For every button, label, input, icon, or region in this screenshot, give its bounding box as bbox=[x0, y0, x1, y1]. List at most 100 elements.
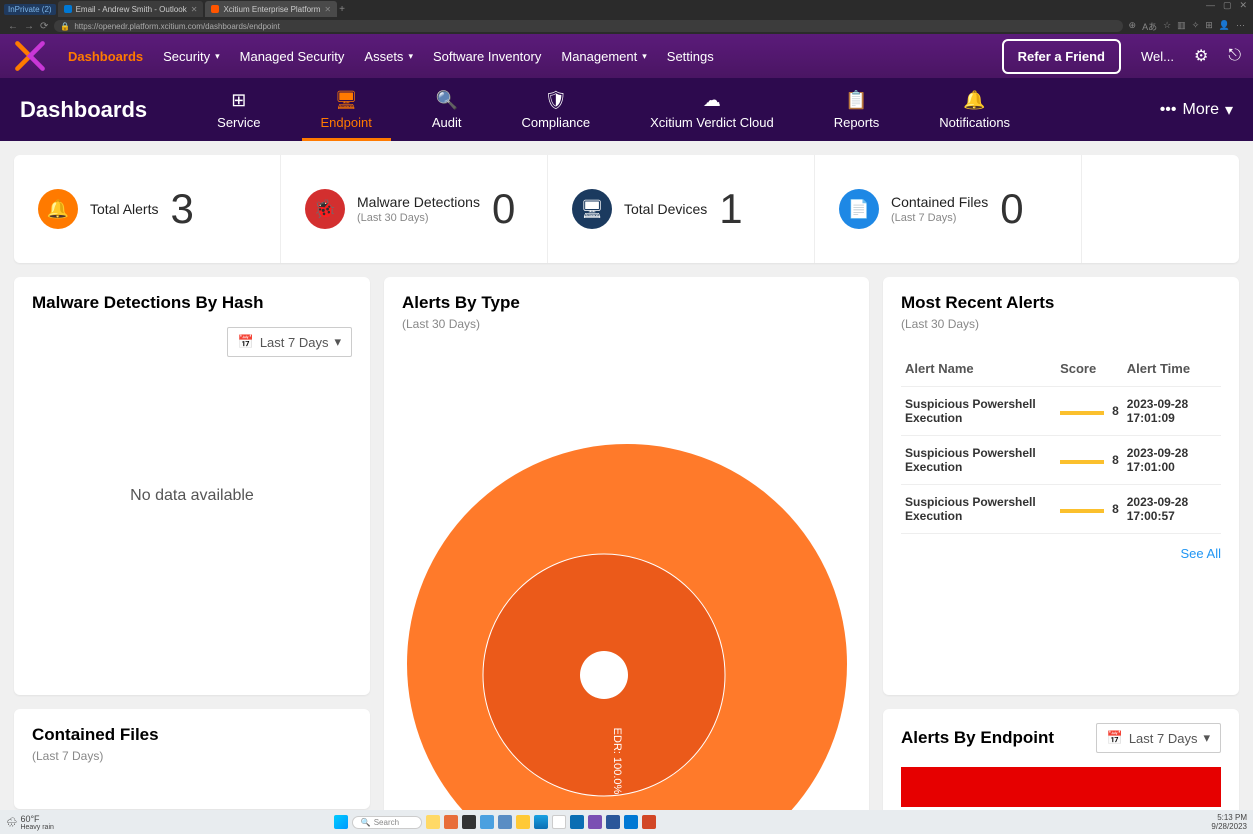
no-data-message: No data available bbox=[14, 367, 370, 625]
stat-total-alerts[interactable]: 🔔 Total Alerts 3 bbox=[14, 155, 281, 263]
taskbar-app-icon[interactable] bbox=[480, 815, 494, 829]
tab-label: Xcitium Enterprise Platform bbox=[223, 5, 320, 14]
taskbar-search[interactable]: 🔍Search bbox=[352, 816, 422, 829]
page-title: Dashboards bbox=[20, 97, 147, 123]
address-bar[interactable]: 🔒 https://openedr.platform.xcitium.com/d… bbox=[54, 20, 1122, 32]
tab-endpoint[interactable]: 🖥Endpoint bbox=[291, 78, 402, 141]
extensions-icon[interactable]: ⊞ bbox=[1205, 20, 1213, 33]
cloud-icon: ☁ bbox=[703, 90, 721, 111]
stat-label: Total Devices bbox=[624, 201, 707, 217]
taskbar-app-icon[interactable] bbox=[516, 815, 530, 829]
th-alert-name[interactable]: Alert Name bbox=[901, 351, 1056, 387]
compliance-icon: 🛡 bbox=[544, 90, 567, 111]
new-tab-button[interactable]: + bbox=[339, 4, 345, 15]
gear-icon[interactable]: ⚙ bbox=[1194, 46, 1208, 66]
favorite-icon[interactable]: ☆ bbox=[1163, 20, 1171, 33]
taskbar-weather[interactable]: 🌧 60°F Heavy rain bbox=[6, 814, 54, 831]
panel-title: Alerts By Endpoint bbox=[901, 728, 1054, 748]
date-range-dropdown[interactable]: 📅 Last 7 Days ▾ bbox=[1096, 723, 1221, 753]
stat-empty bbox=[1082, 155, 1239, 263]
system-tray[interactable]: 5:13 PM 9/28/2023 bbox=[1211, 813, 1247, 831]
taskbar-app-icon[interactable] bbox=[534, 815, 548, 829]
nav-assets[interactable]: Assets▾ bbox=[364, 49, 413, 64]
url-text: https://openedr.platform.xcitium.com/das… bbox=[74, 22, 279, 31]
file-icon: 📄 bbox=[839, 189, 879, 229]
panel-title: Most Recent Alerts bbox=[883, 277, 1239, 317]
nav-managed-security[interactable]: Managed Security bbox=[240, 49, 345, 64]
stat-malware-detections[interactable]: 🐞 Malware Detections(Last 30 Days) 0 bbox=[281, 155, 548, 263]
table-row[interactable]: Suspicious Powershell Execution 8 2023-0… bbox=[901, 387, 1221, 436]
date-range-dropdown[interactable]: 📅 Last 7 Days ▾ bbox=[227, 327, 352, 357]
browser-tab[interactable]: Email - Andrew Smith - Outlook ✕ bbox=[58, 1, 204, 17]
taskbar-app-icon[interactable] bbox=[462, 815, 476, 829]
tab-compliance[interactable]: 🛡Compliance bbox=[491, 78, 620, 141]
tab-label: Email - Andrew Smith - Outlook bbox=[76, 5, 187, 14]
close-tab-icon[interactable]: ✕ bbox=[324, 5, 331, 14]
taskbar-app-icon[interactable] bbox=[426, 815, 440, 829]
profile-icon[interactable]: 👤 bbox=[1219, 20, 1230, 33]
tab-verdict-cloud[interactable]: ☁Xcitium Verdict Cloud bbox=[620, 78, 804, 141]
inprivate-badge: InPrivate (2) bbox=[4, 4, 56, 15]
nav-management[interactable]: Management▾ bbox=[561, 49, 646, 64]
taskbar-app-icon[interactable] bbox=[444, 815, 458, 829]
xcitium-logo-icon[interactable] bbox=[12, 38, 48, 74]
calendar-icon: 📅 bbox=[238, 334, 254, 350]
th-score[interactable]: Score bbox=[1056, 351, 1123, 387]
chevron-down-icon: ▾ bbox=[1225, 100, 1233, 120]
back-button[interactable]: ← bbox=[8, 21, 18, 32]
table-row[interactable]: Suspicious Powershell Execution 8 2023-0… bbox=[901, 436, 1221, 485]
zoom-icon[interactable]: ⊕ bbox=[1129, 20, 1137, 33]
score-bar bbox=[1060, 509, 1104, 513]
menu-icon[interactable]: ⋯ bbox=[1236, 20, 1245, 33]
browser-tab[interactable]: Xcitium Enterprise Platform ✕ bbox=[205, 1, 337, 17]
panel-alerts-by-type: Alerts By Type (Last 30 Days) EDR: 100.0… bbox=[384, 277, 869, 810]
refresh-button[interactable]: ⟳ bbox=[40, 21, 48, 32]
split-icon[interactable]: ▥ bbox=[1177, 20, 1186, 33]
taskbar-app-icon[interactable] bbox=[606, 815, 620, 829]
see-all-link[interactable]: See All bbox=[901, 534, 1221, 573]
nav-security[interactable]: Security▾ bbox=[163, 49, 220, 64]
tab-reports[interactable]: 📋Reports bbox=[804, 78, 910, 141]
nav-dashboards[interactable]: Dashboards bbox=[68, 49, 143, 64]
minimize-button[interactable]: — bbox=[1206, 0, 1215, 11]
nav-software-inventory[interactable]: Software Inventory bbox=[433, 49, 541, 64]
panel-title: Contained Files bbox=[14, 709, 370, 749]
taskbar-app-icon[interactable] bbox=[498, 815, 512, 829]
chevron-down-icon: ▾ bbox=[334, 334, 341, 350]
taskbar-app-icon[interactable] bbox=[570, 815, 584, 829]
tab-service[interactable]: ⊞Service bbox=[187, 78, 290, 141]
panel-alerts-by-endpoint: Alerts By Endpoint 📅 Last 7 Days ▾ bbox=[883, 709, 1239, 810]
panel-subtitle: (Last 30 Days) bbox=[384, 317, 869, 341]
stat-total-devices[interactable]: 🖥 Total Devices 1 bbox=[548, 155, 815, 263]
tab-audit[interactable]: 🔍Audit bbox=[402, 78, 492, 141]
bell-icon: 🔔 bbox=[963, 90, 985, 111]
taskbar-app-icon[interactable] bbox=[552, 815, 566, 829]
tab-favicon-icon bbox=[64, 5, 72, 13]
logout-icon[interactable]: ⎋ bbox=[1228, 47, 1241, 65]
taskbar-app-icon[interactable] bbox=[642, 815, 656, 829]
more-tabs-button[interactable]: ••• More ▾ bbox=[1160, 100, 1233, 120]
close-tab-icon[interactable]: ✕ bbox=[191, 5, 198, 14]
dashboard-content: 🔔 Total Alerts 3 🐞 Malware Detections(La… bbox=[0, 141, 1253, 810]
taskbar-app-icon[interactable] bbox=[588, 815, 602, 829]
taskbar-app-icon[interactable] bbox=[624, 815, 638, 829]
forward-button[interactable]: → bbox=[24, 21, 34, 32]
bug-icon: 🐞 bbox=[305, 189, 345, 229]
score-bar bbox=[1060, 460, 1104, 464]
read-aloud-icon[interactable]: Aあ bbox=[1142, 20, 1157, 33]
collections-icon[interactable]: ✧ bbox=[1192, 20, 1200, 33]
nav-settings[interactable]: Settings bbox=[667, 49, 714, 64]
score-bar bbox=[1060, 411, 1104, 415]
tab-notifications[interactable]: 🔔Notifications bbox=[909, 78, 1040, 141]
th-alert-time[interactable]: Alert Time bbox=[1123, 351, 1221, 387]
stat-label: Total Alerts bbox=[90, 201, 158, 217]
endpoint-icon: 🖥 bbox=[335, 90, 358, 111]
stat-contained-files[interactable]: 📄 Contained Files(Last 7 Days) 0 bbox=[815, 155, 1082, 263]
refer-friend-button[interactable]: Refer a Friend bbox=[1002, 39, 1121, 74]
chevron-down-icon: ▾ bbox=[408, 51, 413, 62]
maximize-button[interactable]: ▢ bbox=[1223, 0, 1232, 11]
start-button[interactable] bbox=[334, 815, 348, 829]
close-window-button[interactable]: ✕ bbox=[1239, 0, 1247, 11]
table-row[interactable]: Suspicious Powershell Execution 8 2023-0… bbox=[901, 485, 1221, 534]
panel-contained-files: Contained Files (Last 7 Days) bbox=[14, 709, 370, 809]
